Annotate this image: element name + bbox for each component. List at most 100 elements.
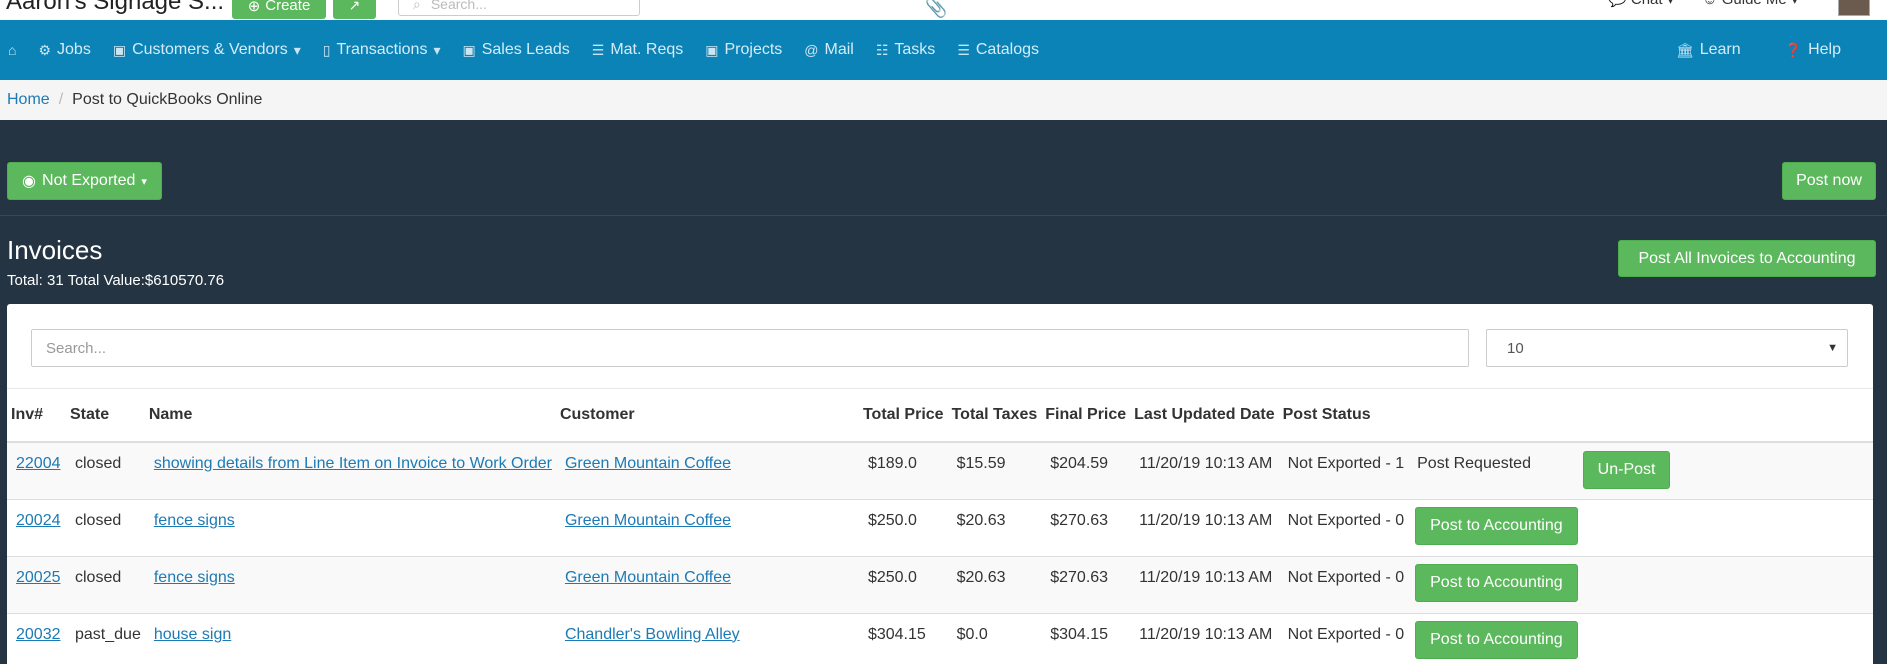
paperclip-logo-icon: 📎 — [925, 0, 948, 18]
invoice-search-placeholder: Search... — [46, 339, 107, 357]
total-price: $250.0 — [858, 556, 948, 614]
eye-icon: ◉ — [22, 173, 37, 190]
invoice-search-input[interactable]: Search... — [31, 329, 1469, 367]
nav-help[interactable]: ❓ Help — [1785, 41, 1841, 59]
final-price: $270.63 — [1041, 556, 1131, 614]
nav-home[interactable]: ⌂ — [8, 42, 16, 58]
export-filter-label: Not Exported — [42, 172, 136, 189]
invoice-name-link[interactable]: house sign — [154, 626, 231, 643]
invoice-state: closed — [66, 499, 145, 557]
post-status: Not Exported - 0 — [1278, 613, 1409, 664]
top-header: Aaron's Signage S... ⊕ Create ↗ ⌕ Search… — [0, 0, 1887, 20]
nav-mat-reqs[interactable]: ☰ Mat. Reqs — [592, 41, 683, 59]
invoice-number-link[interactable]: 20032 — [16, 626, 61, 643]
table-row: 20032 past_due house sign Chandler's Bow… — [7, 613, 1873, 664]
total-price: $304.15 — [858, 613, 948, 664]
invoice-number-link[interactable]: 20024 — [16, 512, 61, 529]
col-final-price[interactable]: Final Price — [1041, 389, 1131, 443]
main-nav: ⌂ ⚙ Jobs ▣ Customers & Vendors ▾ ▯ Transacti… — [0, 20, 1887, 80]
invoice-name-link[interactable]: showing details from Line Item on Invoic… — [154, 455, 552, 472]
institution-icon: 🏛 — [1675, 41, 1694, 58]
col-total-price[interactable]: Total Price — [858, 389, 948, 443]
caret-down-icon: ▾ — [141, 175, 147, 188]
post-status: Not Exported - 0 — [1278, 556, 1409, 614]
nav-projects[interactable]: ▣ Projects — [705, 41, 782, 59]
col-inv[interactable]: Inv# — [7, 389, 66, 443]
invoice-number-link[interactable]: 22004 — [16, 455, 61, 472]
nav-learn-label: Learn — [1699, 41, 1741, 58]
customer-link[interactable]: Green Mountain Coffee — [565, 512, 731, 529]
nav-jobs-label: Jobs — [57, 41, 91, 58]
invoice-number-link[interactable]: 20025 — [16, 569, 61, 586]
nav-projects-label: Projects — [724, 41, 783, 58]
table-header-row: Inv# State Name Customer Total Price Tot… — [7, 389, 1873, 443]
col-last-updated[interactable]: Last Updated Date — [1130, 389, 1279, 443]
nav-catalogs[interactable]: ☰ Catalogs — [957, 41, 1039, 59]
gears-icon: ⚙ — [38, 41, 52, 58]
nav-customers-vendors[interactable]: ▣ Customers & Vendors ▾ — [113, 41, 301, 59]
breadcrumb-current: Post to QuickBooks Online — [72, 91, 263, 108]
export-filter-dropdown[interactable]: ◉ Not Exported ▾ — [7, 162, 162, 200]
pin-button[interactable]: ↗ — [333, 0, 376, 19]
col-note — [1408, 389, 1582, 443]
table-row: 22004 closed showing details from Line I… — [7, 442, 1873, 500]
file-icon: ▯ — [322, 41, 331, 58]
invoice-name-link[interactable]: fence signs — [154, 512, 235, 529]
tasks-icon: ☷ — [875, 41, 889, 58]
create-label: Create — [265, 0, 311, 14]
invoices-title: Invoices — [7, 235, 103, 265]
divider — [0, 215, 1887, 216]
last-updated: 11/20/19 10:13 AM — [1130, 613, 1279, 664]
content-area: ◉ Not Exported ▾ Post now Invoices Total… — [0, 120, 1887, 664]
chat-link[interactable]: 💬 Chat ▾ — [1608, 0, 1674, 8]
col-post-status[interactable]: Post Status — [1278, 389, 1409, 443]
pin-icon: ↗ — [348, 0, 361, 13]
customer-link[interactable]: Green Mountain Coffee — [565, 455, 731, 472]
global-search-input[interactable]: ⌕ Search... — [398, 0, 640, 16]
customer-link[interactable]: Green Mountain Coffee — [565, 569, 731, 586]
customer-link[interactable]: Chandler's Bowling Alley — [565, 626, 740, 643]
total-price: $189.0 — [858, 442, 948, 500]
col-state[interactable]: State — [66, 389, 145, 443]
invoice-state: past_due — [66, 613, 145, 664]
col-total-taxes[interactable]: Total Taxes — [947, 389, 1042, 443]
post-to-accounting-button[interactable]: Post to Accounting — [1415, 563, 1578, 602]
invoices-panel: Search... 10 ▼ Inv# State Name Customer … — [7, 304, 1873, 664]
final-price: $304.15 — [1041, 613, 1131, 664]
create-button[interactable]: ⊕ Create — [232, 0, 326, 19]
nav-tasks[interactable]: ☷ Tasks — [876, 41, 935, 59]
post-to-accounting-button[interactable]: Post to Accounting — [1415, 506, 1578, 545]
question-circle-icon: ❓ — [1784, 41, 1803, 58]
breadcrumb-home[interactable]: Home — [7, 91, 50, 109]
post-to-accounting-button[interactable]: Post to Accounting — [1415, 620, 1578, 659]
col-customer[interactable]: Customer — [555, 389, 859, 443]
un-post-button[interactable]: Un-Post — [1582, 451, 1671, 489]
nav-jobs[interactable]: ⚙ Jobs — [38, 41, 90, 59]
final-price: $204.59 — [1041, 442, 1131, 500]
nav-learn[interactable]: 🏛 Learn — [1676, 41, 1741, 59]
post-all-invoices-button[interactable]: Post All Invoices to Accounting — [1618, 240, 1876, 277]
invoice-name-link[interactable]: fence signs — [154, 569, 235, 586]
nav-sales-leads[interactable]: ▣ Sales Leads — [462, 41, 569, 59]
post-status: Not Exported - 0 — [1278, 499, 1409, 557]
nav-mail[interactable]: @ Mail — [804, 41, 854, 59]
list-icon: ☰ — [591, 41, 605, 58]
guide-me-label: Guide Me — [1722, 0, 1787, 8]
briefcase-icon: ▣ — [462, 41, 476, 58]
invoices-summary: Total: 31 Total Value:$610570.76 — [7, 272, 225, 289]
brand-name[interactable]: Aaron's Signage S... — [6, 0, 224, 16]
briefcase-icon: ▣ — [705, 41, 719, 58]
nav-transactions[interactable]: ▯ Transactions ▾ — [323, 41, 441, 59]
user-avatar[interactable] — [1838, 0, 1870, 16]
global-search-placeholder: Search... — [430, 0, 487, 12]
total-taxes: $15.59 — [947, 442, 1042, 500]
nav-customers-label: Customers & Vendors — [132, 41, 288, 58]
guide-me-link[interactable]: ☺ Guide Me ▾ — [1702, 0, 1798, 8]
col-action — [1581, 389, 1873, 443]
page-size-select[interactable]: 10 ▼ — [1486, 329, 1848, 367]
col-name[interactable]: Name — [144, 389, 556, 443]
nav-mat-reqs-label: Mat. Reqs — [610, 41, 684, 58]
nav-help-label: Help — [1808, 41, 1841, 58]
post-now-button[interactable]: Post now — [1782, 162, 1876, 200]
nav-tasks-label: Tasks — [894, 41, 936, 58]
